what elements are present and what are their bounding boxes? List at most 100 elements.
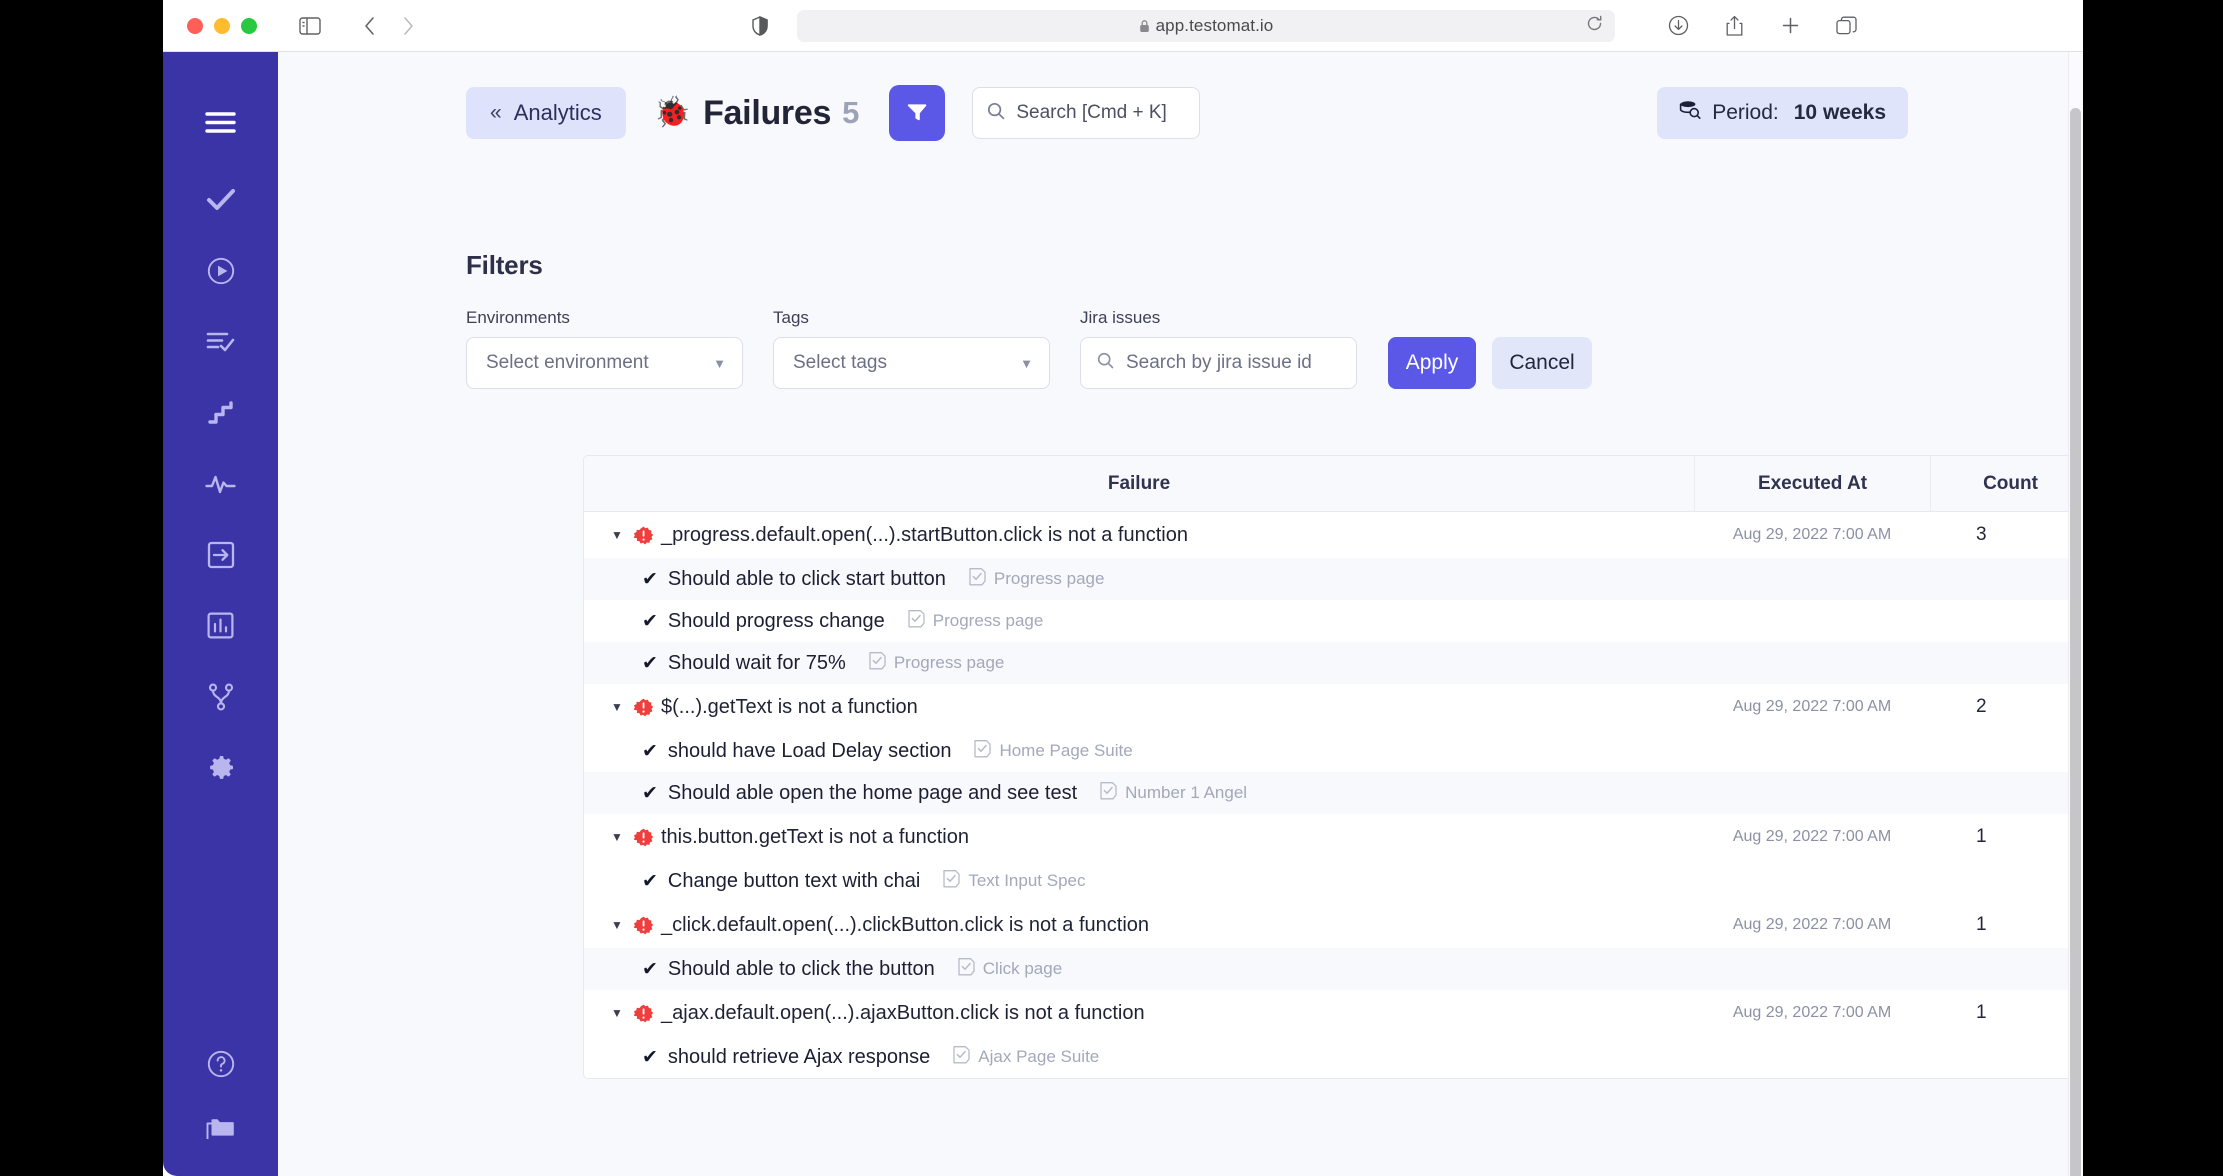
failure-group-row[interactable]: ▼ _click.default.open(...).clickButton.cl…	[584, 902, 2083, 948]
suite-name: Click page	[982, 959, 1063, 978]
apply-button[interactable]: Apply	[1388, 337, 1476, 389]
suite-chip[interactable]: Home Page Suite	[973, 739, 1133, 764]
environments-select[interactable]: Select environment ▼	[466, 337, 743, 389]
sidebar-item-plans[interactable]	[163, 312, 278, 376]
sidebar-item-help[interactable]	[163, 1034, 278, 1098]
cancel-button[interactable]: Cancel	[1492, 337, 1592, 389]
tab-overview-icon[interactable]	[1831, 11, 1861, 41]
table-body: ▼ _progress.default.open(...).startButton…	[584, 512, 2083, 1078]
header-search-box[interactable]	[972, 87, 1201, 139]
test-row[interactable]: ✔ Should able to click the button Click pa…	[584, 948, 2083, 990]
sidebar-item-menu[interactable]	[163, 93, 278, 157]
new-tab-plus-icon[interactable]	[1775, 11, 1805, 41]
error-badge-icon	[633, 526, 654, 545]
collapse-toggle-icon[interactable]: ▼	[611, 1007, 627, 1019]
collapse-toggle-icon[interactable]: ▼	[611, 919, 627, 931]
table-header-row: Failure Executed At Count	[584, 456, 2083, 512]
maximize-window-button[interactable]	[241, 17, 257, 34]
failure-group-row[interactable]: ▼ _progress.default.open(...).startButton…	[584, 512, 2083, 558]
sidebar-toggle-icon[interactable]	[295, 11, 325, 41]
column-header-failure[interactable]: Failure	[584, 456, 1694, 511]
minimize-window-button[interactable]	[214, 17, 230, 34]
close-window-button[interactable]	[187, 17, 203, 34]
suite-chip[interactable]: Number 1 Angel	[1099, 781, 1247, 806]
page-content: « Analytics 🐞 Failures 5 Search [Cmd + K…	[278, 52, 2083, 1176]
sidebar-item-import[interactable]	[163, 525, 278, 589]
gear-icon	[207, 754, 235, 787]
suite-name: Progress page	[893, 653, 1005, 672]
download-icon[interactable]	[1663, 11, 1693, 41]
sidebar-item-steps[interactable]	[163, 383, 278, 447]
suite-name: Number 1 Angel	[1125, 783, 1248, 802]
share-icon[interactable]	[1719, 11, 1749, 41]
test-row[interactable]: ✔ should have Load Delay section Home Page…	[584, 730, 2083, 772]
play-circle-icon	[207, 257, 235, 290]
test-row[interactable]: ✔ Should able to click start button Progre…	[584, 558, 2083, 600]
jira-search-box[interactable]	[1080, 337, 1357, 389]
period-button[interactable]: Period: 10 weeks	[1657, 87, 1908, 139]
test-row[interactable]: ✔ should retrieve Ajax response Ajax Page …	[584, 1036, 2083, 1078]
suite-chip[interactable]: Click page	[957, 957, 1062, 982]
failure-message: $(...).getText is not a function	[661, 695, 918, 718]
page-header: « Analytics 🐞 Failures 5 Search [Cmd + K…	[278, 52, 2083, 174]
suite-chip[interactable]: Progress page	[868, 651, 1005, 676]
suite-document-check-icon	[968, 567, 987, 592]
collapse-toggle-icon[interactable]: ▼	[611, 529, 627, 541]
filters-row: Environments Select environment ▼ Tags S…	[466, 308, 1986, 389]
import-arrow-icon	[207, 541, 235, 574]
vertical-scrollbar-track[interactable]	[2068, 52, 2083, 1176]
nav-forward-icon[interactable]	[393, 11, 423, 41]
failure-cell: ▼ _ajax.default.open(...).ajaxButton.clic…	[584, 1002, 1694, 1025]
folders-icon	[206, 1115, 236, 1146]
test-title: Should able to click the button	[667, 957, 935, 980]
filter-toggle-button[interactable]	[889, 85, 946, 141]
sidebar-item-settings[interactable]	[163, 738, 278, 802]
error-badge-icon	[633, 698, 654, 717]
test-row[interactable]: ✔ Should progress change Progress page	[584, 600, 2083, 642]
sidebar-item-tests[interactable]	[163, 170, 278, 234]
test-row[interactable]: ✔ Should able open the home page and see …	[584, 772, 2083, 814]
test-row[interactable]: ✔ Should wait for 75% Progress page	[584, 642, 2083, 684]
suite-chip[interactable]: Progress page	[907, 609, 1043, 634]
address-bar[interactable]: app.testomat.io	[797, 9, 1615, 42]
jira-search-input[interactable]	[1126, 352, 1340, 374]
sidebar-item-branches[interactable]	[163, 667, 278, 731]
reload-icon[interactable]	[1586, 15, 1603, 37]
failure-group-row[interactable]: ▼ _ajax.default.open(...).ajaxButton.clic…	[584, 990, 2083, 1036]
collapse-toggle-icon[interactable]: ▼	[611, 831, 627, 843]
environments-label: Environments	[466, 308, 570, 327]
search-icon	[1097, 352, 1114, 374]
failure-cell: ▼ _progress.default.open(...).startButton…	[584, 524, 1694, 547]
analytics-back-button[interactable]: « Analytics	[466, 87, 626, 139]
page-title: Failures	[703, 93, 832, 132]
period-label: Period:	[1712, 101, 1779, 124]
nav-back-icon[interactable]	[355, 11, 385, 41]
check-icon	[206, 187, 236, 217]
sidebar-item-runs[interactable]	[163, 241, 278, 305]
check-icon: ✔	[642, 652, 658, 674]
collapse-toggle-icon[interactable]: ▼	[611, 701, 627, 713]
vertical-scrollbar-thumb[interactable]	[2070, 108, 2081, 1176]
test-title: Change button text with chai	[667, 869, 921, 892]
column-header-count[interactable]: Count	[1930, 456, 2083, 511]
failure-group-row[interactable]: ▼ this.button.getText is not a function Au…	[584, 814, 2083, 860]
url-text: app.testomat.io	[1155, 15, 1274, 35]
failure-message: _ajax.default.open(...).ajaxButton.click…	[661, 1001, 1145, 1024]
suite-name: Home Page Suite	[999, 741, 1133, 760]
double-chevron-left-icon: «	[490, 101, 502, 124]
suite-chip[interactable]: Progress page	[968, 567, 1104, 592]
column-header-executed-at[interactable]: Executed At	[1694, 456, 1930, 511]
suite-document-check-icon	[942, 869, 961, 894]
test-title: Should able open the home page and see t…	[667, 781, 1078, 804]
suite-chip[interactable]: Text Input Spec	[942, 869, 1086, 894]
failure-group-row[interactable]: ▼ $(...).getText is not a function Aug 29,…	[584, 684, 2083, 730]
tags-select[interactable]: Select tags ▼	[773, 337, 1050, 389]
search-input[interactable]	[1016, 102, 1186, 124]
test-row[interactable]: ✔ Change button text with chai Text Input …	[584, 860, 2083, 902]
shield-icon[interactable]	[745, 11, 775, 41]
period-value: 10 weeks	[1793, 101, 1886, 124]
suite-chip[interactable]: Ajax Page Suite	[952, 1045, 1099, 1070]
sidebar-item-projects[interactable]	[163, 1098, 278, 1162]
sidebar-item-reports[interactable]	[163, 596, 278, 660]
sidebar-item-analytics[interactable]	[163, 454, 278, 518]
